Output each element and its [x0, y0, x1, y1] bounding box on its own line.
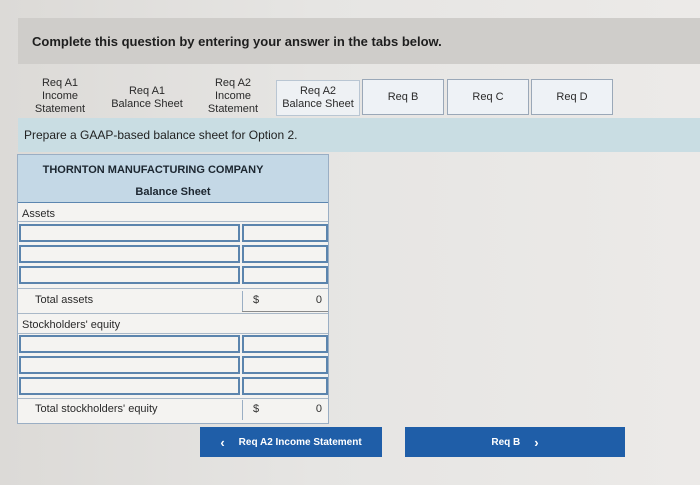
tab-label: Req C	[472, 90, 504, 103]
asset-amount-input[interactable]	[242, 224, 328, 242]
stockholders-equity-label: Stockholders' equity	[22, 319, 121, 331]
asset-row	[19, 224, 328, 242]
asset-account-input[interactable]	[19, 224, 240, 242]
asset-row	[19, 245, 328, 263]
total-assets-row: Total assets $ 0	[19, 291, 328, 314]
equity-row	[19, 377, 328, 395]
asset-amount-input[interactable]	[242, 266, 328, 284]
tab-label: Req A2 Balance Sheet	[282, 85, 354, 110]
tab-req-d[interactable]: Req D	[531, 79, 613, 115]
asset-account-input[interactable]	[19, 266, 240, 284]
tab-req-a2-balance-sheet[interactable]: Req A2 Balance Sheet	[276, 80, 360, 116]
chevron-right-icon: ›	[534, 434, 539, 450]
divider	[18, 333, 328, 334]
equity-amount-input[interactable]	[242, 335, 328, 353]
asset-amount-input[interactable]	[242, 245, 328, 263]
chevron-left-icon: ‹	[220, 434, 225, 450]
sheet-title: Balance Sheet	[135, 186, 211, 198]
asset-row	[19, 266, 328, 284]
total-equity-value: 0	[315, 403, 322, 415]
total-assets-label: Total assets	[35, 294, 94, 306]
prev-button-label: Req A2 Income Statement	[238, 436, 362, 448]
page: Complete this question by entering your …	[0, 0, 700, 485]
equity-row	[19, 356, 328, 374]
equity-account-input[interactable]	[19, 377, 240, 395]
tab-req-a1-balance-sheet[interactable]: Req A1 Balance Sheet	[104, 80, 190, 116]
tab-label: Req A1 Income Statement	[34, 76, 86, 115]
equity-row	[19, 335, 328, 353]
currency-symbol: $	[253, 403, 260, 415]
divider	[18, 398, 328, 399]
tab-label: Req D	[556, 90, 588, 103]
equity-account-input[interactable]	[19, 356, 240, 374]
tab-req-a2-income-statement[interactable]: Req A2 Income Statement	[197, 73, 269, 119]
currency-symbol: $	[253, 294, 260, 306]
tab-label: Req A2 Income Statement	[207, 76, 259, 115]
sheet-header: THORNTON MANUFACTURING COMPANY Balance S…	[18, 155, 328, 203]
equity-account-input[interactable]	[19, 335, 240, 353]
balance-sheet-form: THORNTON MANUFACTURING COMPANY Balance S…	[17, 154, 329, 424]
tab-req-c[interactable]: Req C	[447, 79, 529, 115]
company-name: THORNTON MANUFACTURING COMPANY	[42, 164, 264, 176]
instruction-text: Complete this question by entering your …	[32, 34, 442, 49]
equity-amount-input[interactable]	[242, 377, 328, 395]
divider	[18, 288, 328, 289]
total-assets-amount: $ 0	[242, 291, 328, 311]
prev-button[interactable]: ‹ Req A2 Income Statement	[200, 427, 382, 457]
total-equity-row: Total stockholders' equity $ 0	[19, 400, 328, 420]
asset-account-input[interactable]	[19, 245, 240, 263]
next-button-label: Req B	[491, 436, 521, 448]
equity-amount-input[interactable]	[242, 356, 328, 374]
total-equity-amount: $ 0	[242, 400, 328, 420]
divider	[18, 313, 328, 314]
tab-label: Req A1 Balance Sheet	[111, 85, 183, 110]
divider	[18, 221, 328, 222]
tab-label: Req B	[387, 90, 419, 103]
total-equity-label: Total stockholders' equity	[35, 403, 158, 415]
tab-req-b[interactable]: Req B	[362, 79, 444, 115]
next-button[interactable]: Req B ›	[405, 427, 625, 457]
tab-req-a1-income-statement[interactable]: Req A1 Income Statement	[24, 73, 96, 119]
prompt-text: Prepare a GAAP-based balance sheet for O…	[24, 128, 298, 142]
assets-label: Assets	[22, 208, 56, 220]
total-assets-value: 0	[315, 294, 322, 306]
